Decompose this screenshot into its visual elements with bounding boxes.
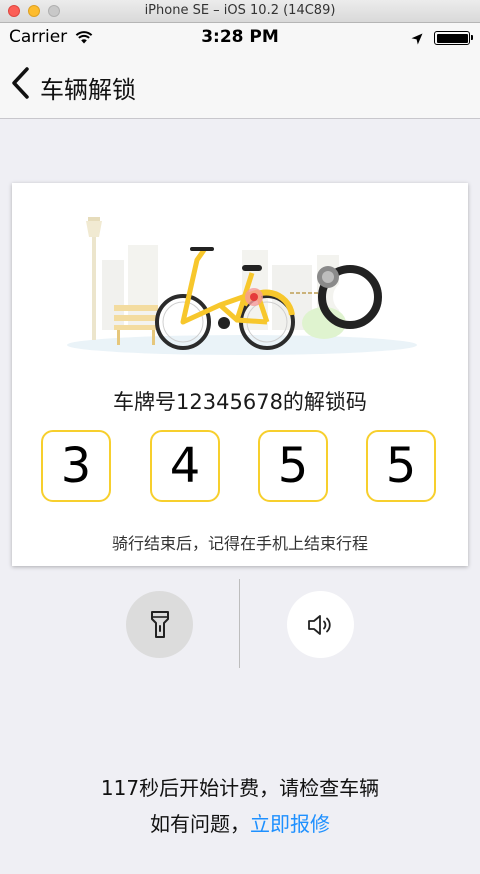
- billing-countdown-notice: 117秒后开始计费，请检查车辆: [100, 776, 380, 800]
- chevron-left-icon: [12, 67, 29, 99]
- help-line: 如有问题，立即报修: [0, 808, 480, 837]
- status-bar: Carrier 3:28 PM: [0, 23, 480, 51]
- code-digit: 4: [150, 430, 220, 502]
- code-digit: 3: [41, 430, 111, 502]
- report-repair-link[interactable]: 立即报修: [250, 812, 330, 836]
- code-digit: 5: [258, 430, 328, 502]
- code-digit: 5: [366, 430, 436, 502]
- plate-number-label: 车牌号12345678的解锁码: [113, 390, 367, 414]
- bike-unlock-illustration: [62, 205, 418, 355]
- window-title: iPhone SE – iOS 10.2 (14C89): [144, 3, 336, 18]
- flashlight-button[interactable]: [126, 591, 193, 658]
- unlock-code: 3 4 5 5: [41, 430, 439, 505]
- end-trip-reminder: 骑行结束后，记得在手机上结束行程: [111, 534, 368, 553]
- sound-button[interactable]: [287, 591, 354, 658]
- speaker-icon: [307, 614, 331, 635]
- help-prefix: 如有问题，: [150, 812, 250, 836]
- unlock-code-card: 车牌号12345678的解锁码 3 4 5 5 骑行结束后，记得在手机上结束行程: [12, 183, 468, 566]
- simulator-title-bar: iPhone SE – iOS 10.2 (14C89): [0, 0, 480, 23]
- status-time: 3:28 PM: [201, 27, 279, 47]
- navigation-bar: 车辆解锁: [0, 51, 480, 119]
- location-arrow-icon: [411, 30, 423, 49]
- battery-full-icon: [434, 31, 473, 45]
- flashlight-icon: [150, 610, 169, 638]
- controls-divider: [239, 579, 240, 668]
- page-title: 车辆解锁: [40, 76, 136, 104]
- back-button[interactable]: [10, 65, 42, 101]
